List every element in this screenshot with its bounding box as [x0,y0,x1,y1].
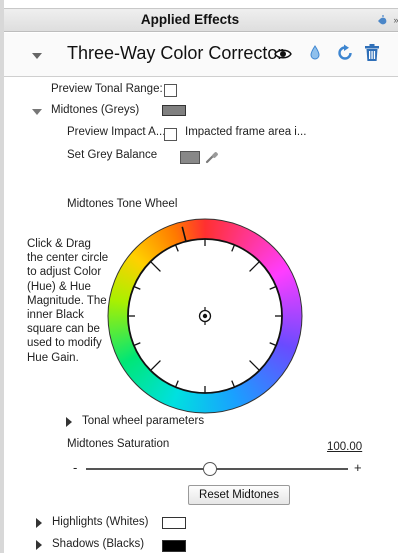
tonal-params-expand-icon[interactable] [66,417,72,427]
highlights-label: Highlights (Whites) [52,516,149,528]
grey-balance-swatch[interactable] [180,151,200,164]
effect-title-row: Three-Way Color Corrector [4,33,398,77]
midtones-tone-wheel[interactable] [107,218,303,414]
impacted-frame-label: Impacted frame area i... [185,126,307,138]
preview-impact-checkbox[interactable] [164,128,177,141]
reset-icon[interactable] [336,44,354,62]
reset-midtones-button[interactable]: Reset Midtones [188,485,290,505]
saturation-plus[interactable]: + [354,460,362,475]
panel-title: Applied Effects [140,12,240,27]
shadows-color-swatch[interactable] [162,540,186,552]
set-grey-balance-label: Set Grey Balance [67,149,158,161]
preview-tonal-range-checkbox[interactable] [164,84,177,97]
tonal-wheel-parameters-label: Tonal wheel parameters [82,415,205,427]
midtones-label: Midtones (Greys) [51,104,140,116]
midtones-saturation-label: Midtones Saturation [67,438,170,450]
eye-icon[interactable] [274,47,292,61]
saturation-value[interactable]: 100.00 [327,441,362,453]
highlights-color-swatch[interactable] [162,517,186,529]
highlights-expand-icon[interactable] [36,518,42,528]
saturation-minus[interactable]: - [73,460,77,475]
panel-header: Applied Effects » [4,8,398,32]
effect-collapse-icon[interactable] [32,53,42,59]
preview-impact-label: Preview Impact A... [67,126,166,138]
tone-wheel-help-text: Click & Drag the center circle to adjust… [27,238,109,364]
saturation-slider-thumb[interactable] [203,462,217,476]
saturation-slider-track[interactable] [86,468,348,470]
midtones-color-swatch[interactable] [162,105,186,116]
midtones-collapse-icon[interactable] [32,109,42,115]
applied-effects-panel: Applied Effects » Three-Way Color Correc… [0,0,398,553]
preview-tonal-range-label: Preview Tonal Range: [51,83,163,95]
drop-icon[interactable] [309,45,321,61]
shadows-label: Shadows (Blacks) [52,538,145,550]
panel-menu-icon[interactable]: » [390,13,398,27]
effect-title: Three-Way Color Corrector [67,43,284,63]
panel-edge [0,0,4,553]
trash-icon[interactable] [364,44,380,62]
tone-wheel-label: Midtones Tone Wheel [67,198,178,210]
eyedropper-icon[interactable] [205,150,219,164]
shadows-expand-icon[interactable] [36,540,42,550]
collapse-panel-icon[interactable] [376,13,388,27]
